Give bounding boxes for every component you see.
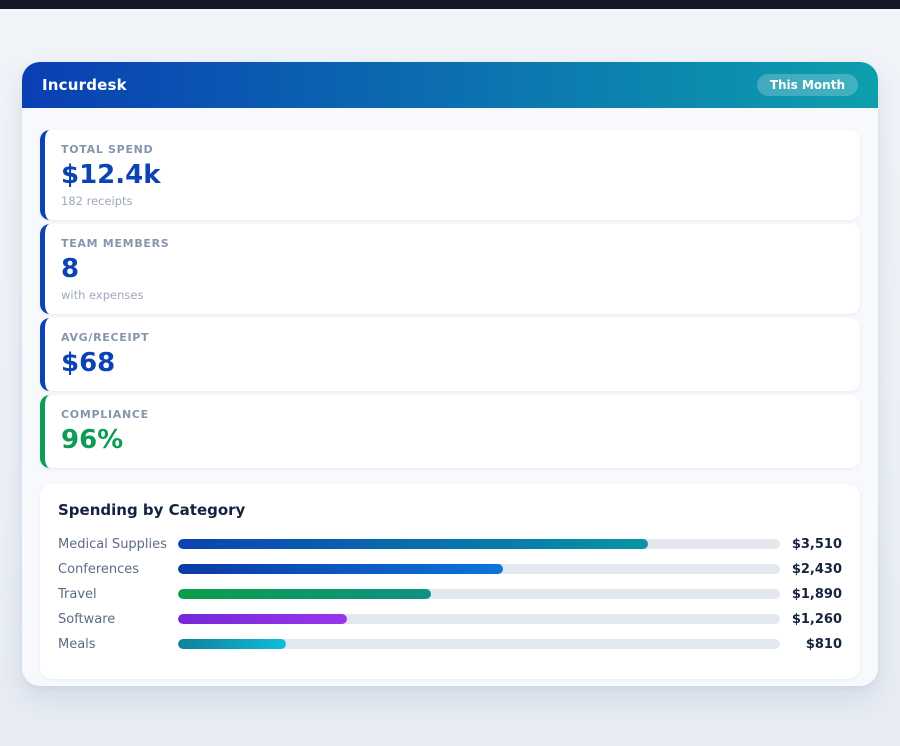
- chart-title: Spending by Category: [58, 501, 842, 519]
- bar-label: Conferences: [58, 562, 178, 577]
- bar-fill: [178, 639, 286, 649]
- bar-track: [178, 614, 780, 624]
- stat-value: $68: [61, 349, 844, 379]
- stat-card-team-members: TEAM MEMBERS 8 with expenses: [40, 224, 860, 314]
- stat-label: AVG/RECEIPT: [61, 331, 844, 344]
- bar-value: $2,430: [780, 562, 842, 577]
- bar-label: Medical Supplies: [58, 537, 178, 552]
- stat-label: TEAM MEMBERS: [61, 237, 844, 250]
- stat-subtext: 182 receipts: [61, 194, 844, 208]
- stat-value: 96%: [61, 426, 844, 456]
- window-top-strip: [0, 0, 900, 9]
- bar-track: [178, 589, 780, 599]
- period-badge[interactable]: This Month: [757, 74, 858, 96]
- bar-fill: [178, 564, 503, 574]
- bar-fill: [178, 614, 347, 624]
- bar-fill: [178, 589, 431, 599]
- bar-fill: [178, 539, 648, 549]
- bar-value: $3,510: [780, 537, 842, 552]
- stat-label: COMPLIANCE: [61, 408, 844, 421]
- spending-by-category-card: Spending by Category Medical Supplies $3…: [40, 484, 860, 679]
- stat-value: $12.4k: [61, 161, 844, 191]
- bar-track: [178, 539, 780, 549]
- bar-row-software: Software $1,260: [58, 607, 842, 632]
- bar-row-meals: Meals $810: [58, 632, 842, 657]
- stat-card-total-spend: TOTAL SPEND $12.4k 182 receipts: [40, 130, 860, 220]
- bar-label: Software: [58, 612, 178, 627]
- stat-subtext: with expenses: [61, 288, 844, 302]
- stat-label: TOTAL SPEND: [61, 143, 844, 156]
- stat-value: 8: [61, 255, 844, 285]
- app-container: Incurdesk This Month TOTAL SPEND $12.4k …: [22, 62, 878, 686]
- app-body: TOTAL SPEND $12.4k 182 receipts TEAM MEM…: [22, 108, 878, 697]
- bar-track: [178, 639, 780, 649]
- bar-row-travel: Travel $1,890: [58, 582, 842, 607]
- bar-track: [178, 564, 780, 574]
- app-header: Incurdesk This Month: [22, 62, 878, 108]
- bar-value: $1,260: [780, 612, 842, 627]
- stat-card-avg-receipt: AVG/RECEIPT $68: [40, 318, 860, 391]
- bar-value: $1,890: [780, 587, 842, 602]
- bar-row-medical-supplies: Medical Supplies $3,510: [58, 532, 842, 557]
- bar-row-conferences: Conferences $2,430: [58, 557, 842, 582]
- bar-value: $810: [780, 637, 842, 652]
- stat-card-compliance: COMPLIANCE 96%: [40, 395, 860, 468]
- bar-label: Travel: [58, 587, 178, 602]
- bar-label: Meals: [58, 637, 178, 652]
- app-title: Incurdesk: [42, 76, 127, 94]
